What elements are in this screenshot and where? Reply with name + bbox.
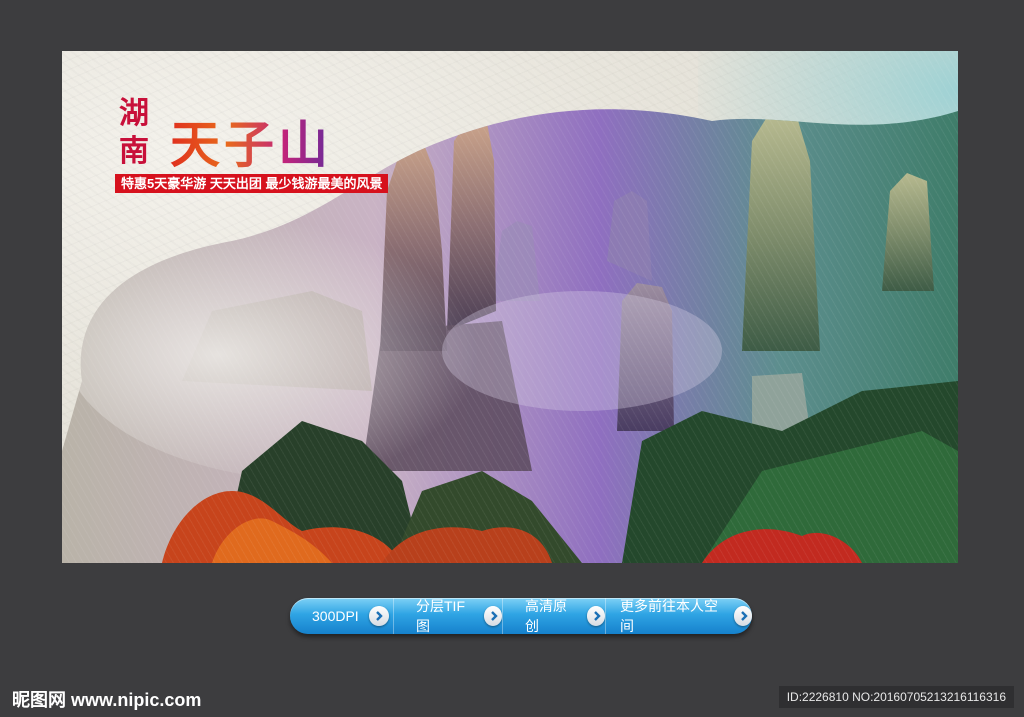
main-title: 天子山: [170, 105, 332, 177]
province-char-2: 南: [119, 134, 149, 169]
info-button-bar: 300DPI 分层TIF图 高清原创 更多前往本人空间: [290, 598, 752, 634]
layered-tif-button-label: 分层TIF图: [416, 598, 465, 634]
province-title: 湖 南: [116, 95, 152, 171]
arrow-right-icon: [586, 606, 605, 626]
dpi-button-label: 300DPI: [312, 608, 359, 624]
arrow-right-icon: [483, 606, 502, 626]
layered-tif-button[interactable]: 分层TIF图: [393, 598, 502, 634]
arrow-right-icon: [368, 606, 389, 626]
nipic-logo: 昵图网 www.nipic.com: [12, 690, 202, 710]
province-char-1: 湖: [119, 96, 149, 131]
poster: 湖 南 天子山 特惠5天豪华游 天天出团 最少钱游最美的风景: [62, 51, 958, 563]
image-id-label: ID:2226810 NO:20160705213216116316: [778, 686, 1014, 708]
visit-space-button-label: 更多前往本人空间: [620, 598, 718, 634]
visit-space-button[interactable]: 更多前往本人空间: [605, 598, 752, 634]
hd-original-button[interactable]: 高清原创: [502, 598, 605, 634]
hd-original-button-label: 高清原创: [525, 598, 567, 634]
dpi-button[interactable]: 300DPI: [290, 598, 393, 634]
arrow-right-icon: [733, 606, 752, 626]
promo-tagline: 特惠5天豪华游 天天出团 最少钱游最美的风景: [115, 174, 389, 193]
